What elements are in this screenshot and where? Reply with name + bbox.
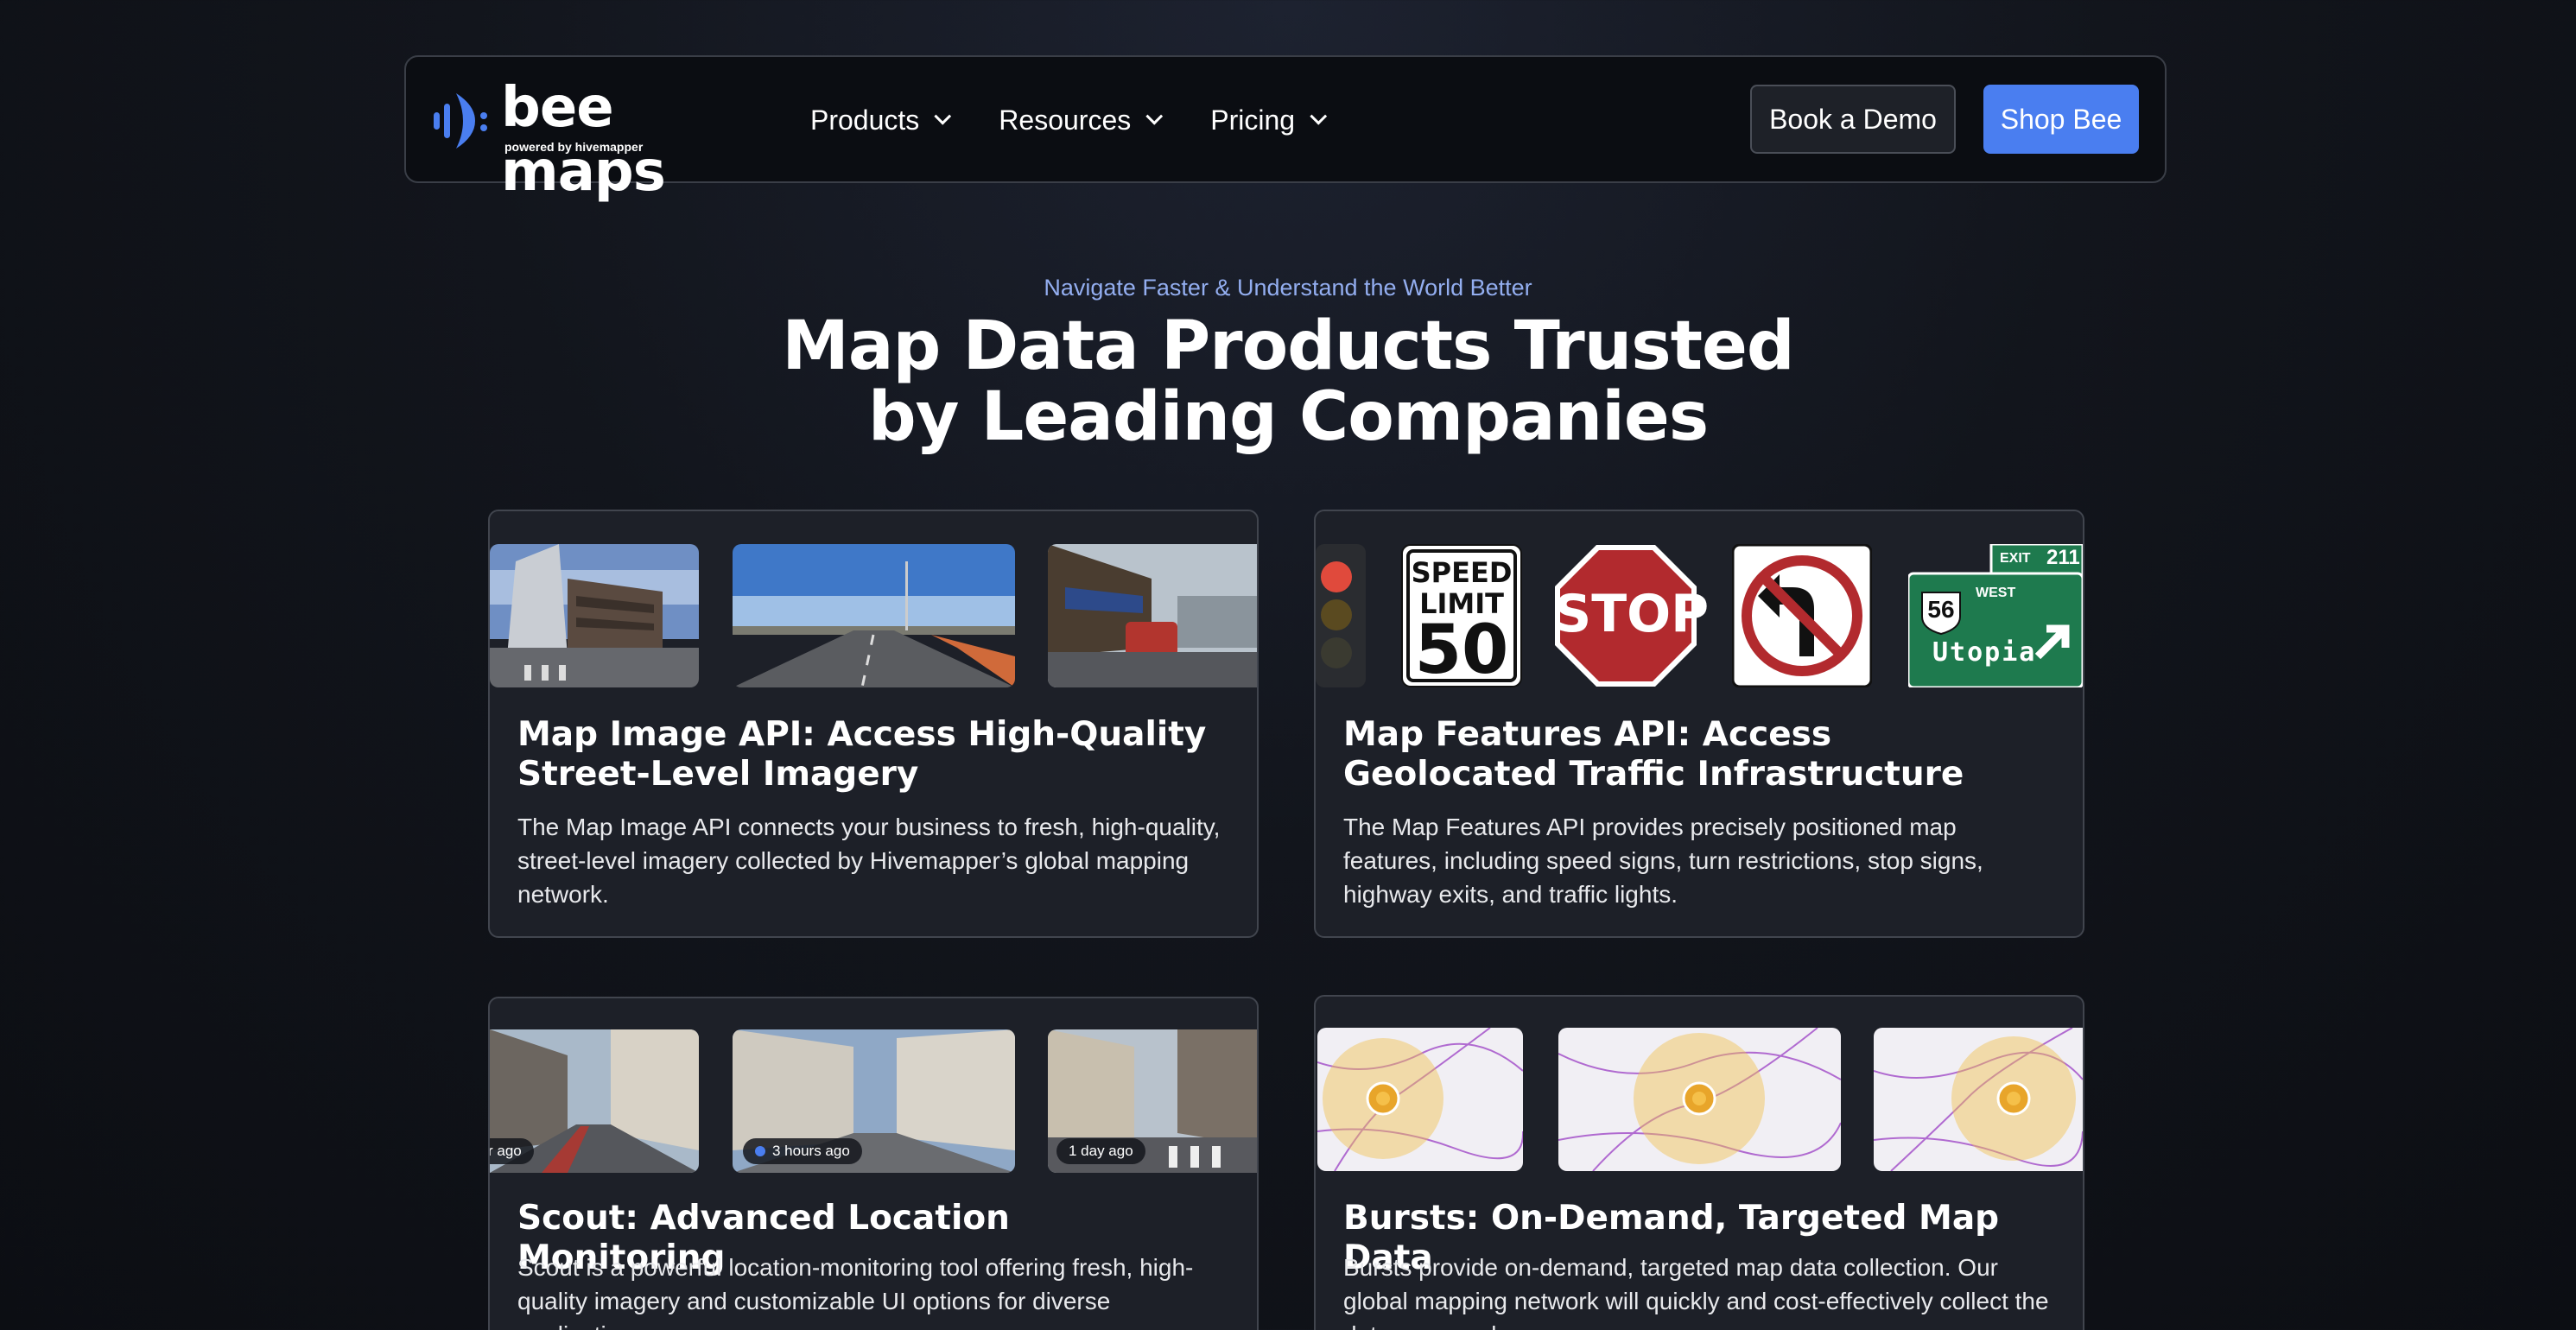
route-destination: Utopia [1932,637,2037,668]
chevron-down-icon [1310,107,1328,125]
badge-text: 3 hours ago [772,1143,850,1159]
card-description: The Map Features API provides precisely … [1343,814,1983,908]
menu-pricing-label: Pricing [1210,104,1296,136]
card-scout[interactable]: r ago 3 hours ago 1 day ago Scout: Advan… [488,997,1259,1330]
menu-products[interactable]: Products [810,104,952,136]
badge-text: r ago [490,1143,522,1159]
book-demo-button[interactable]: Book a Demo [1750,85,1956,154]
street-image [490,544,699,687]
burst-map-image [1874,1028,2083,1171]
card-bursts[interactable]: Bursts: On-Demand, Targeted Map Data Bur… [1314,995,2084,1330]
live-dot-icon [755,1146,765,1156]
menu-resources-label: Resources [999,104,1132,136]
street-image: r ago [490,1029,699,1173]
stop-sign-text: STOP [1554,584,1710,644]
burst-map-image [1558,1028,1841,1171]
street-image [1048,544,1257,687]
speed-sign-number: 50 [1414,611,1509,689]
speed-sign-top: SPEED [1411,556,1513,589]
street-image: 1 day ago [1048,1029,1257,1173]
chevron-down-icon [934,107,952,125]
street-image [733,544,1015,687]
route-direction: WEST [1976,586,2016,600]
card-map-features-api[interactable]: SPEED LIMIT 50 STOP EXIT 211 56 WEST Uto… [1314,510,2084,938]
card-description: Bursts provide on-demand, targeted map d… [1343,1254,2049,1330]
bee-logo-icon [434,93,487,149]
timestamp-badge: 1 day ago [1056,1138,1145,1164]
card-map-image-api[interactable]: Map Image API: Access High-Quality Stree… [488,510,1259,938]
chevron-down-icon [1145,107,1164,125]
exit-number: 211 [2046,546,2080,569]
image-strip: r ago 3 hours ago 1 day ago [490,1029,1257,1173]
sign-strip: SPEED LIMIT 50 STOP EXIT 211 56 WEST Uto… [1316,544,2083,689]
hero-title: Map Data Products Trusted by Leading Com… [782,307,1794,456]
logo-subtitle: powered by hivemapper [504,140,644,154]
badge-text: 1 day ago [1069,1143,1133,1159]
menu-products-label: Products [810,104,920,136]
menu-pricing[interactable]: Pricing [1210,104,1328,136]
timestamp-badge: 3 hours ago [743,1138,862,1164]
timestamp-badge: r ago [490,1138,534,1164]
image-strip [490,544,1257,687]
top-nav: bee maps powered by hivemapper Products … [404,55,2167,204]
bee-maps-logo[interactable]: bee maps powered by hivemapper [432,76,743,204]
exit-label: EXIT [2000,551,2031,566]
map-strip [1316,1028,2083,1171]
route-number: 56 [1927,596,1955,623]
menu-resources[interactable]: Resources [999,104,1164,136]
hero-eyebrow: Navigate Faster & Understand the World B… [1044,275,1532,301]
street-image: 3 hours ago [733,1029,1015,1173]
no-left-turn-sign-icon [1732,544,1872,687]
main-menu: Products Resources Pricing [810,57,1328,183]
burst-map-image [1317,1028,1523,1171]
traffic-light-icon [1316,544,1366,687]
card-title: Map Features API: Access Geolocated Traf… [1343,715,1964,794]
shop-bee-button[interactable]: Shop Bee [1983,85,2139,154]
card-description: The Map Image API connects your business… [517,814,1221,908]
card-description: Scout is a powerful location-monitoring … [517,1254,1194,1330]
card-title: Map Image API: Access High-Quality Stree… [517,715,1207,794]
